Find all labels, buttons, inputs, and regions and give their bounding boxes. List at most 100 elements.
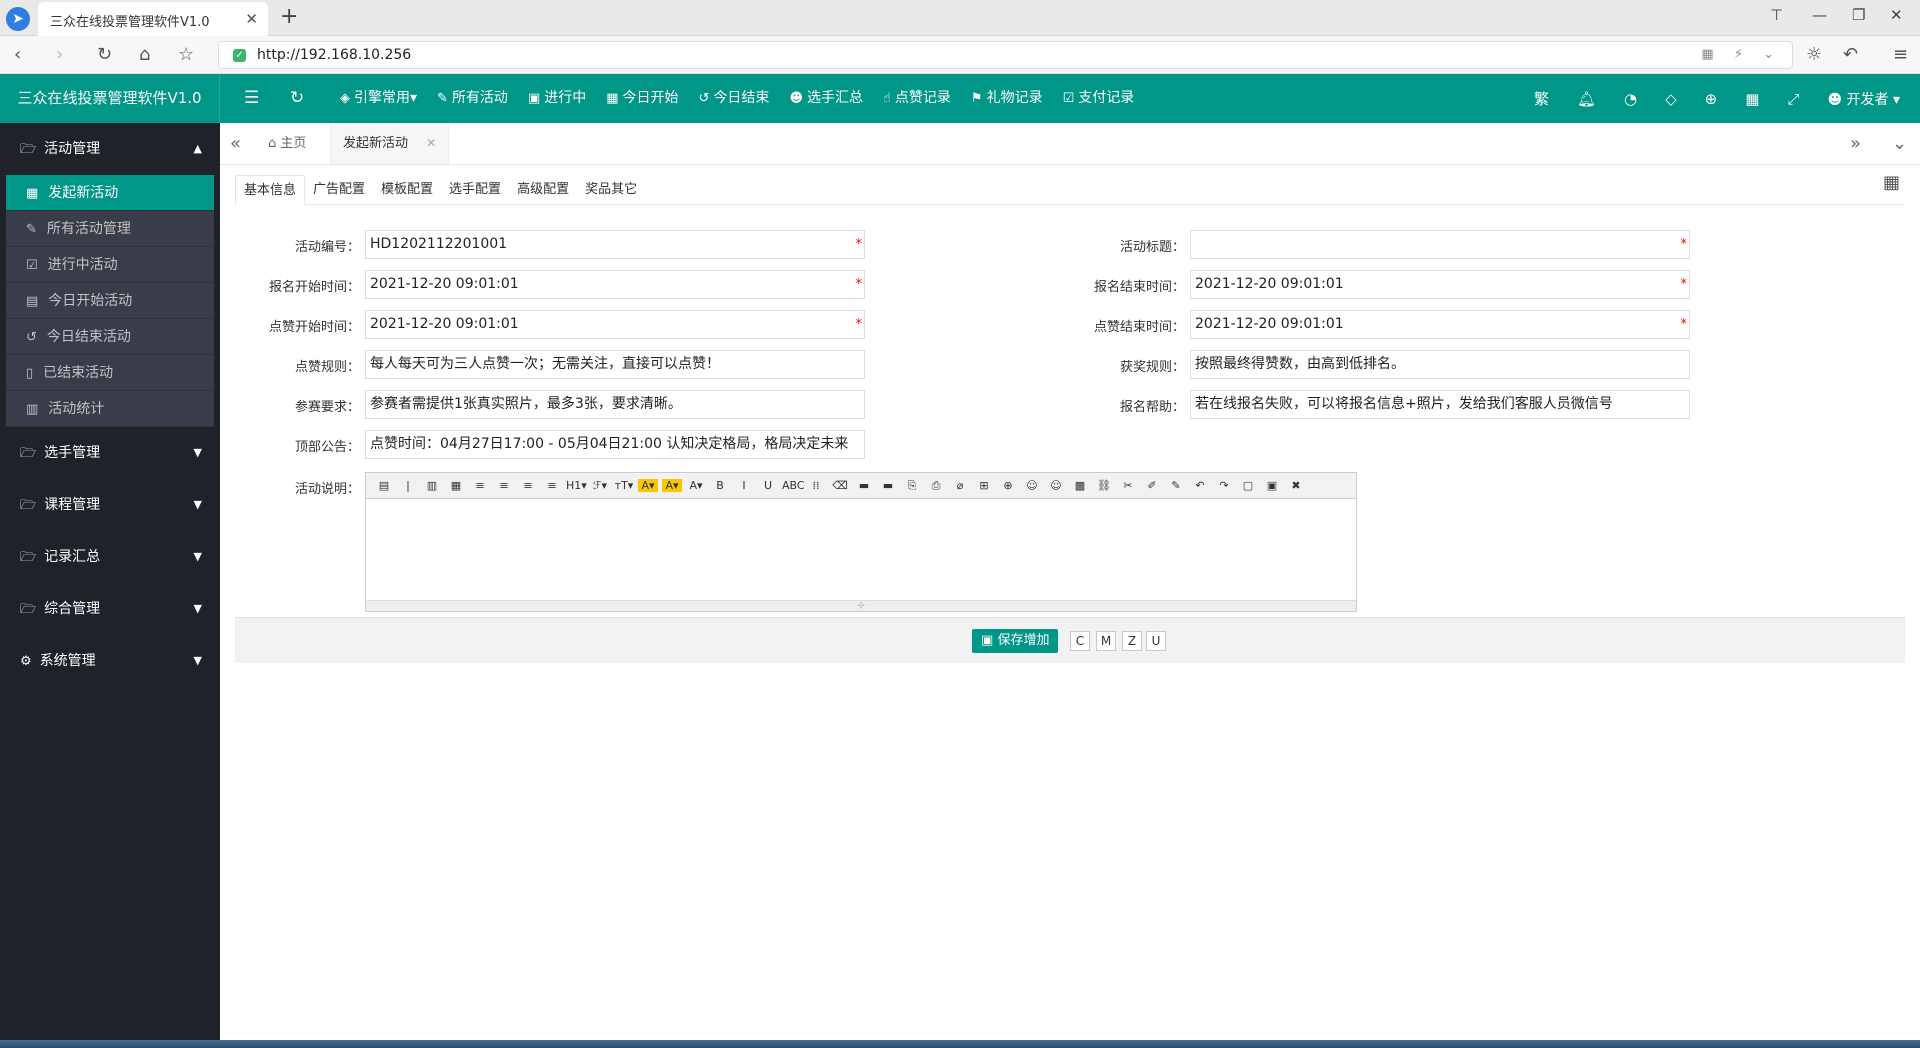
form-tab[interactable]: 奖品其它 — [577, 175, 645, 205]
editor-tool-icon[interactable]: ≡ — [494, 479, 514, 492]
star-icon[interactable]: ☆ — [178, 44, 194, 65]
back-icon[interactable]: ‹ — [14, 44, 21, 65]
traditional-chinese-toggle[interactable]: 繁 — [1534, 88, 1549, 109]
editor-tool-icon[interactable]: ⊞ — [974, 479, 994, 492]
activity-title-input[interactable]: * — [1190, 230, 1690, 259]
editor-tool-icon[interactable]: ▤ — [374, 479, 394, 492]
home-icon[interactable]: ⌂ — [139, 44, 150, 65]
sidebar-toggle-icon[interactable]: ☰ — [244, 88, 259, 108]
editor-tool-icon[interactable]: ⛓ — [1094, 479, 1114, 492]
editor-tool-icon[interactable]: ⁞⁞ — [806, 479, 826, 492]
form-tab[interactable]: 高级配置 — [509, 175, 577, 205]
form-tab[interactable]: 广告配置 — [305, 175, 373, 205]
dashboard-icon[interactable]: ◔ — [1624, 90, 1637, 108]
header-menu-item[interactable]: ✎ 所有活动 — [427, 74, 518, 123]
save-add-button[interactable]: ▣ 保存增加 — [972, 629, 1059, 653]
user-menu[interactable]: ☻ 开发者 ▾ — [1827, 89, 1900, 109]
close-tab-icon[interactable]: ✕ — [426, 136, 436, 150]
award-rule-input[interactable]: 按照最终得赞数，由高到低排名。 — [1190, 350, 1690, 379]
signup-end-input[interactable]: 2021-12-20 09:01:01 * — [1190, 270, 1690, 299]
sidebar-group[interactable]: ⚙ 系统管理 ▼ — [0, 635, 220, 687]
close-window-icon[interactable]: ✕ — [1890, 6, 1903, 24]
sidebar-item[interactable]: ▯ 已结束活动 — [6, 355, 214, 391]
refresh-icon[interactable]: ↻ — [97, 44, 112, 65]
like-start-input[interactable]: 2021-12-20 09:01:01 * — [365, 310, 865, 339]
url-field[interactable]: ✓ http://192.168.10.256 ▦ ⚡ ⌄ — [218, 41, 1793, 69]
forward-icon[interactable]: › — [56, 44, 63, 65]
header-menu-item[interactable]: ▣ 进行中 — [518, 74, 596, 123]
editor-tool-icon[interactable]: ⌀ — [950, 479, 970, 492]
editor-tool-icon[interactable]: | — [398, 479, 418, 492]
sidebar-item[interactable]: ▥ 活动统计 — [6, 391, 214, 427]
tabs-left-icon[interactable]: « — [230, 133, 241, 154]
editor-tool-icon[interactable]: ▬ — [854, 479, 874, 492]
editor-tool-icon[interactable]: ☺ — [1046, 479, 1066, 492]
form-tab[interactable]: 基本信息 — [235, 175, 306, 205]
editor-tool-icon[interactable]: ⎘ — [902, 479, 922, 493]
sidebar-group[interactable]: 🗁︎ 课程管理 ▼ — [0, 479, 220, 531]
top-notice-input[interactable]: 点赞时间：04月27日17:00 - 05月04日21:00 认知决定格局，格局… — [365, 430, 865, 459]
z-button[interactable]: Z — [1122, 631, 1142, 651]
editor-tool-icon[interactable]: ⎙ — [926, 479, 946, 493]
editor-tool-icon[interactable]: тT▾ — [614, 479, 634, 492]
entry-req-input[interactable]: 参赛者需提供1张真实照片，最多3张，要求清晰。 — [365, 390, 865, 419]
editor-tool-icon[interactable]: ✎ — [1166, 479, 1186, 492]
url-tools-icon[interactable]: ▦ ⚡ ⌄ — [1701, 47, 1782, 62]
c-button[interactable]: C — [1070, 631, 1090, 651]
minimize-icon[interactable]: — — [1812, 6, 1827, 24]
signup-start-input[interactable]: 2021-12-20 09:01:01 * — [365, 270, 865, 299]
form-tab[interactable]: 模板配置 — [373, 175, 441, 205]
restore-icon[interactable]: ❐ — [1852, 6, 1865, 24]
close-tab-icon[interactable]: ✕ — [245, 10, 258, 28]
sidebar-item[interactable]: ▦ 发起新活动 — [6, 175, 214, 211]
like-rule-input[interactable]: 每人每天可为三人点赞一次；无需关注，直接可以点赞！ — [365, 350, 865, 379]
editor-tool-icon[interactable]: ↷ — [1214, 479, 1234, 492]
shirt-icon[interactable]: ⊤ — [1770, 6, 1783, 24]
globe-icon[interactable]: ⊕ — [1705, 90, 1718, 108]
tabs-right-icon[interactable]: » — [1850, 133, 1861, 154]
editor-tool-icon[interactable]: U — [758, 479, 778, 492]
editor-tool-icon[interactable]: ABC — [782, 479, 805, 492]
editor-tool-icon[interactable]: B — [710, 479, 730, 492]
u-button[interactable]: U — [1146, 631, 1166, 651]
header-menu-item[interactable]: ⚑ 礼物记录 — [961, 74, 1053, 123]
editor-tool-icon[interactable]: ⊕ — [998, 479, 1018, 492]
qrcode-icon[interactable]: ▦ — [1745, 90, 1759, 108]
editor-tool-icon[interactable]: ▦ — [446, 479, 466, 492]
editor-tool-icon[interactable]: ⌫ — [830, 479, 850, 492]
editor-resize-handle[interactable]: ⊹ — [366, 600, 1356, 611]
signup-help-input[interactable]: 若在线报名失败，可以将报名信息+照片，发给我们客服人员微信号 — [1190, 390, 1690, 419]
browser-tab[interactable]: 三众在线投票管理软件V1.0 ✕ — [38, 2, 268, 36]
header-menu-item[interactable]: ☑ 支付记录 — [1053, 74, 1145, 123]
editor-tool-icon[interactable]: ✐ — [1142, 479, 1162, 492]
sidebar-group[interactable]: 🗁︎ 记录汇总 ▼ — [0, 531, 220, 583]
editor-tool-icon[interactable]: ✂ — [1118, 479, 1138, 492]
sidebar-item[interactable]: ↺ 今日结束活动 — [6, 319, 214, 355]
header-menu-item[interactable]: ↺ 今日结束 — [689, 74, 780, 123]
brightness-icon[interactable]: ☼ — [1806, 44, 1822, 65]
undo-icon[interactable]: ↶ — [1843, 44, 1858, 65]
editor-tool-icon[interactable]: ☺ — [1022, 479, 1042, 492]
editor-tool-icon[interactable]: A▾ — [662, 479, 682, 492]
refresh-page-icon[interactable]: ↻ — [290, 88, 304, 108]
tab-new-activity[interactable]: 发起新活动 ✕ — [330, 123, 450, 164]
m-button[interactable]: M — [1096, 631, 1116, 651]
form-tab[interactable]: 选手配置 — [441, 175, 509, 205]
qrcode-icon[interactable]: ▦ — [1883, 172, 1900, 193]
tabs-menu-icon[interactable]: ⌄ — [1892, 133, 1907, 154]
editor-tool-icon[interactable]: ≡ — [470, 479, 490, 492]
editor-tool-icon[interactable]: A▾ — [638, 479, 658, 492]
new-tab-icon[interactable]: + — [280, 4, 298, 29]
editor-tool-icon[interactable]: ↶ — [1190, 479, 1210, 492]
editor-tool-icon[interactable]: ℱ▾ — [590, 479, 610, 492]
like-end-input[interactable]: 2021-12-20 09:01:01 * — [1190, 310, 1690, 339]
fullscreen-icon[interactable]: ⤢ — [1787, 90, 1799, 108]
sidebar-item[interactable]: ✎ 所有活动管理 — [6, 211, 214, 247]
bell-icon[interactable]: 🔔︎ — [1577, 90, 1596, 108]
header-menu-item[interactable]: ☻ 选手汇总 — [779, 74, 873, 123]
editor-tool-icon[interactable]: ✖ — [1286, 479, 1306, 492]
editor-tool-icon[interactable]: ≡ — [518, 479, 538, 492]
sidebar-group[interactable]: 🗁︎ 选手管理 ▼ — [0, 427, 220, 479]
editor-tool-icon[interactable]: H1▾ — [566, 479, 587, 492]
header-menu-item[interactable]: ☝ 点赞记录 — [873, 74, 961, 123]
